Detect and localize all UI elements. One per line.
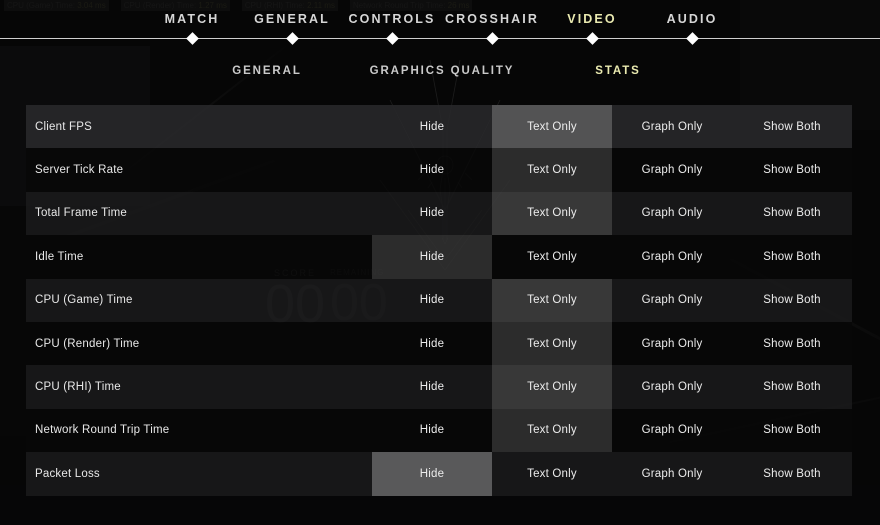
option-graph-only[interactable]: Graph Only: [612, 192, 732, 235]
sub-nav: GENERAL GRAPHICS QUALITY STATS: [0, 62, 880, 84]
nav-item-controls[interactable]: CONTROLS: [349, 12, 436, 26]
subnav-item-stats[interactable]: STATS: [595, 65, 641, 77]
option-graph-only[interactable]: Graph Only: [612, 409, 732, 452]
nav-item-crosshair[interactable]: CROSSHAIR: [445, 12, 539, 26]
option-show-both[interactable]: Show Both: [732, 235, 852, 278]
option-show-both[interactable]: Show Both: [732, 105, 852, 148]
stats-settings-table: Client FPSHideText OnlyGraph OnlyShow Bo…: [26, 105, 852, 496]
option-text-only[interactable]: Text Only: [492, 148, 612, 191]
option-hide[interactable]: Hide: [372, 192, 492, 235]
option-hide[interactable]: Hide: [372, 279, 492, 322]
stat-name-label: Total Frame Time: [26, 192, 372, 235]
option-text-only[interactable]: Text Only: [492, 105, 612, 148]
option-show-both[interactable]: Show Both: [732, 365, 852, 408]
nav-item-match[interactable]: MATCH: [165, 12, 220, 26]
option-hide[interactable]: Hide: [372, 322, 492, 365]
table-row: CPU (Game) TimeHideText OnlyGraph OnlySh…: [26, 279, 852, 322]
option-text-only[interactable]: Text Only: [492, 452, 612, 495]
option-show-both[interactable]: Show Both: [732, 409, 852, 452]
option-graph-only[interactable]: Graph Only: [612, 105, 732, 148]
main-nav: MATCH GENERAL CONTROLS CROSSHAIR VIDEO AUDIO: [0, 0, 880, 39]
stat-name-label: Server Tick Rate: [26, 148, 372, 191]
subnav-item-graphics-quality[interactable]: GRAPHICS QUALITY: [370, 65, 515, 77]
option-text-only[interactable]: Text Only: [492, 279, 612, 322]
subnav-item-general[interactable]: GENERAL: [232, 65, 302, 77]
option-hide[interactable]: Hide: [372, 235, 492, 278]
stat-name-label: CPU (Game) Time: [26, 279, 372, 322]
stat-name-label: Client FPS: [26, 105, 372, 148]
nav-separator-line: [0, 38, 880, 39]
option-graph-only[interactable]: Graph Only: [612, 322, 732, 365]
option-graph-only[interactable]: Graph Only: [612, 235, 732, 278]
table-row: Client FPSHideText OnlyGraph OnlyShow Bo…: [26, 105, 852, 148]
option-hide[interactable]: Hide: [372, 409, 492, 452]
table-row: Server Tick RateHideText OnlyGraph OnlyS…: [26, 148, 852, 191]
option-graph-only[interactable]: Graph Only: [612, 365, 732, 408]
option-text-only[interactable]: Text Only: [492, 365, 612, 408]
option-show-both[interactable]: Show Both: [732, 322, 852, 365]
nav-item-video[interactable]: VIDEO: [567, 12, 616, 26]
option-show-both[interactable]: Show Both: [732, 192, 852, 235]
option-hide[interactable]: Hide: [372, 105, 492, 148]
table-row: CPU (RHI) TimeHideText OnlyGraph OnlySho…: [26, 365, 852, 408]
table-row: Total Frame TimeHideText OnlyGraph OnlyS…: [26, 192, 852, 235]
nav-item-audio[interactable]: AUDIO: [667, 12, 718, 26]
option-show-both[interactable]: Show Both: [732, 452, 852, 495]
option-show-both[interactable]: Show Both: [732, 279, 852, 322]
option-text-only[interactable]: Text Only: [492, 322, 612, 365]
stat-name-label: CPU (Render) Time: [26, 322, 372, 365]
option-graph-only[interactable]: Graph Only: [612, 452, 732, 495]
table-row: CPU (Render) TimeHideText OnlyGraph Only…: [26, 322, 852, 365]
option-hide[interactable]: Hide: [372, 148, 492, 191]
option-hide[interactable]: Hide: [372, 365, 492, 408]
stat-name-label: Idle Time: [26, 235, 372, 278]
option-show-both[interactable]: Show Both: [732, 148, 852, 191]
stat-name-label: Network Round Trip Time: [26, 409, 372, 452]
option-text-only[interactable]: Text Only: [492, 409, 612, 452]
option-text-only[interactable]: Text Only: [492, 235, 612, 278]
table-row: Packet LossHideText OnlyGraph OnlyShow B…: [26, 452, 852, 495]
table-row: Network Round Trip TimeHideText OnlyGrap…: [26, 409, 852, 452]
table-row: Idle TimeHideText OnlyGraph OnlyShow Bot…: [26, 235, 852, 278]
option-graph-only[interactable]: Graph Only: [612, 279, 732, 322]
stat-name-label: CPU (RHI) Time: [26, 365, 372, 408]
option-text-only[interactable]: Text Only: [492, 192, 612, 235]
option-hide[interactable]: Hide: [372, 452, 492, 495]
stat-name-label: Packet Loss: [26, 452, 372, 495]
nav-item-general[interactable]: GENERAL: [254, 12, 330, 26]
option-graph-only[interactable]: Graph Only: [612, 148, 732, 191]
